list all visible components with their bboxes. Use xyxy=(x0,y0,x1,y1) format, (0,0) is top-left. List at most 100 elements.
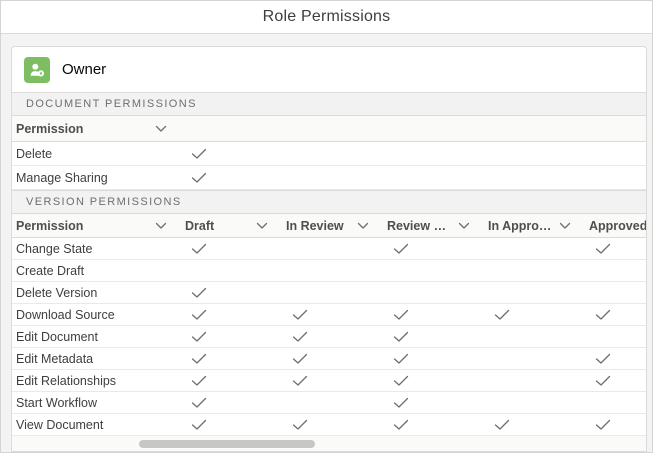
document-permissions-table: Permission Delete Manage Sharing xyxy=(12,116,646,190)
granted-cell xyxy=(581,353,646,365)
granted-cell xyxy=(177,353,278,365)
column-header-label: In Approval xyxy=(488,219,555,233)
chevron-down-icon[interactable] xyxy=(155,125,167,133)
page-header: Role Permissions xyxy=(1,1,652,34)
permission-name: Create Draft xyxy=(16,264,84,278)
granted-cell xyxy=(379,331,480,343)
chevron-down-icon[interactable] xyxy=(357,222,369,230)
granted-cell xyxy=(379,397,480,409)
checkmark-icon xyxy=(393,309,409,321)
table-row-edit-metadata: Edit Metadata xyxy=(12,348,646,370)
granted-cell xyxy=(177,287,278,299)
checkmark-icon xyxy=(191,148,207,160)
table-row-create-draft: Create Draft xyxy=(12,260,646,282)
column-header-label: In Review xyxy=(286,219,344,233)
granted-cell xyxy=(278,331,379,343)
granted-cell xyxy=(177,419,278,431)
checkmark-icon xyxy=(191,331,207,343)
granted-cell xyxy=(278,419,379,431)
permission-name: View Document xyxy=(16,418,103,432)
granted-cell xyxy=(278,309,379,321)
permission-name-cell: Delete xyxy=(12,147,177,161)
column-header-in-review[interactable]: In Review xyxy=(278,219,379,233)
section-version-permissions: Version Permissions xyxy=(12,190,646,214)
checkmark-icon xyxy=(393,375,409,387)
section-document-permissions: Document Permissions xyxy=(12,92,646,116)
checkmark-icon xyxy=(292,419,308,431)
checkmark-icon xyxy=(191,243,207,255)
granted-cell xyxy=(379,353,480,365)
scrollbar-thumb[interactable] xyxy=(139,440,315,448)
chevron-down-icon[interactable] xyxy=(458,222,470,230)
checkmark-icon xyxy=(191,353,207,365)
column-header-label: Approved xyxy=(589,219,646,233)
permission-name: Edit Relationships xyxy=(16,374,116,388)
permission-name-cell: Create Draft xyxy=(12,264,177,278)
granted-cell xyxy=(278,375,379,387)
table-row-edit-relationships: Edit Relationships xyxy=(12,370,646,392)
role-name: Owner xyxy=(62,61,106,78)
table-row-change-state: Change State xyxy=(12,238,646,260)
checkmark-icon xyxy=(191,287,207,299)
checkmark-icon xyxy=(191,375,207,387)
checkmark-icon xyxy=(191,397,207,409)
role-permissions-card: Owner Document Permissions Permission De… xyxy=(11,46,647,452)
chevron-down-icon[interactable] xyxy=(155,222,167,230)
granted-cell xyxy=(581,309,646,321)
column-header-approved[interactable]: Approved xyxy=(581,219,646,233)
table-row-delete-version: Delete Version xyxy=(12,282,646,304)
table-row-delete: Delete xyxy=(12,142,646,166)
permission-name: Delete Version xyxy=(16,286,97,300)
column-header-in-approval[interactable]: In Approval xyxy=(480,219,581,233)
granted-cell xyxy=(379,419,480,431)
checkmark-icon xyxy=(393,243,409,255)
chevron-down-icon[interactable] xyxy=(559,222,571,230)
horizontal-scrollbar[interactable] xyxy=(12,435,646,451)
granted-cell xyxy=(379,309,480,321)
checkmark-icon xyxy=(191,419,207,431)
permission-name-cell: Edit Document xyxy=(12,330,177,344)
table-row-manage-sharing: Manage Sharing xyxy=(12,166,646,190)
checkmark-icon xyxy=(595,375,611,387)
user-role-icon xyxy=(24,57,50,83)
column-header-label: Permission xyxy=(16,122,83,136)
column-header-permission[interactable]: Permission xyxy=(12,122,177,136)
permission-name-cell: Change State xyxy=(12,242,177,256)
column-header-permission[interactable]: Permission xyxy=(12,219,177,233)
granted-cell xyxy=(379,243,480,255)
granted-cell xyxy=(581,375,646,387)
checkmark-icon xyxy=(292,353,308,365)
checkmark-icon xyxy=(191,172,207,184)
permission-name-cell: View Document xyxy=(12,418,177,432)
granted-cell xyxy=(177,243,278,255)
checkmark-icon xyxy=(292,375,308,387)
checkmark-icon xyxy=(292,331,308,343)
table-row-edit-document: Edit Document xyxy=(12,326,646,348)
chevron-down-icon[interactable] xyxy=(256,222,268,230)
granted-cell xyxy=(480,419,581,431)
table-row-start-workflow: Start Workflow xyxy=(12,392,646,414)
permission-name-cell: Download Source xyxy=(12,308,177,322)
granted-cell xyxy=(177,309,278,321)
permission-name-cell: Edit Relationships xyxy=(12,374,177,388)
granted-cell xyxy=(581,243,646,255)
granted-cell xyxy=(581,419,646,431)
checkmark-icon xyxy=(494,419,510,431)
table-row-view-document: View Document xyxy=(12,414,646,436)
permission-name: Edit Metadata xyxy=(16,352,93,366)
page-title: Role Permissions xyxy=(263,8,391,26)
permission-name: Edit Document xyxy=(16,330,98,344)
permission-name: Start Workflow xyxy=(16,396,97,410)
document-table-header: Permission xyxy=(12,116,646,142)
granted-cell xyxy=(177,397,278,409)
permission-name-cell: Manage Sharing xyxy=(12,171,177,185)
granted-cell xyxy=(177,331,278,343)
checkmark-icon xyxy=(393,419,409,431)
permission-name-cell: Delete Version xyxy=(12,286,177,300)
column-header-label: Permission xyxy=(16,219,83,233)
checkmark-icon xyxy=(393,353,409,365)
column-header-draft[interactable]: Draft xyxy=(177,219,278,233)
checkmark-icon xyxy=(595,243,611,255)
column-header-review-com[interactable]: Review Com... xyxy=(379,219,480,233)
checkmark-icon xyxy=(191,309,207,321)
